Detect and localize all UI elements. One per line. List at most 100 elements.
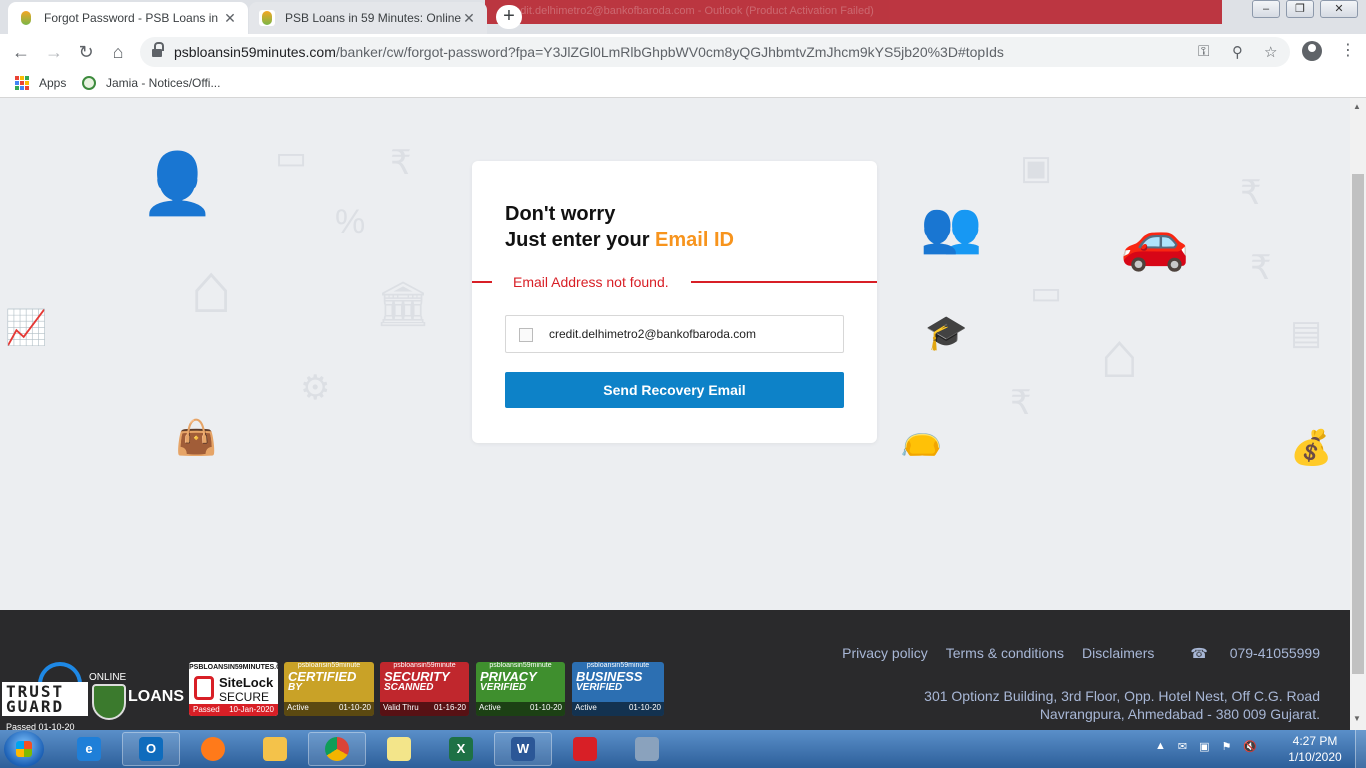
chrome-icon — [325, 737, 349, 761]
winged-coin-icon: ⚙ — [300, 369, 331, 407]
bookmark-apps[interactable]: Apps — [15, 76, 66, 90]
terms-link[interactable]: Terms & conditions — [946, 645, 1064, 662]
maximize-icon[interactable]: ❐ — [1286, 0, 1314, 18]
address-line-1: 301 Optionz Building, 3rd Floor, Opp. Ho… — [924, 688, 1320, 704]
jamia-logo-icon — [82, 76, 96, 90]
badge-date: 01-10-20 — [628, 703, 661, 712]
profile-avatar-icon[interactable] — [1302, 41, 1322, 61]
page-scrollbar[interactable]: ▲ ▼ — [1350, 98, 1366, 730]
taskbar-chrome[interactable] — [308, 732, 366, 766]
tab-psb-loans[interactable]: PSB Loans in 59 Minutes: Online ✕ — [249, 2, 487, 34]
taskbar-outlook[interactable]: O — [122, 732, 180, 766]
taskbar-internet-explorer[interactable]: e — [60, 732, 118, 766]
taskbar-sticky-notes[interactable] — [370, 732, 428, 766]
sitelock-status-bar: Passed 10-Jan-2020 — [189, 704, 278, 716]
bookmark-jamia[interactable]: Jamia - Notices/Offi... — [82, 76, 220, 90]
graduation-cap-icon: 🎓 — [925, 314, 968, 352]
url-path: /banker/cw/forgot-password?fpa=Y3JlZGl0L… — [335, 44, 1004, 60]
taskbar-calculator[interactable] — [618, 732, 676, 766]
reload-icon[interactable]: ↻ — [75, 41, 97, 63]
bookmark-label: Jamia - Notices/Offi... — [106, 76, 221, 90]
sitelock-badge[interactable]: PSBLOANSIN59MINUTES.COM SiteLock SECURE … — [189, 662, 278, 716]
key-icon[interactable]: ⚿ — [1198, 43, 1209, 60]
tray-outlook-icon[interactable]: ✉ — [1178, 740, 1187, 753]
excel-icon: X — [449, 737, 473, 761]
page-background: 👤 ▭ ₹ % ⌂ 🏛 📈 ⚙ 👜 ▣ ₹ 👥 🚗 ₹ ▭ 🎓 ⌂ ▤ ₹ 👝 … — [0, 98, 1350, 610]
acrobat-icon — [573, 737, 597, 761]
certified-badge[interactable]: psbloansin59minute CERTIFIED BY Active 01… — [284, 662, 374, 716]
seal-guard-word: GUARD — [6, 697, 65, 716]
tray-expand-icon[interactable]: ▲ — [1155, 740, 1166, 753]
error-divider-right — [691, 281, 877, 283]
seal-arc — [38, 662, 82, 684]
tab-forgot-password[interactable]: Forgot Password - PSB Loans in 5 ✕ — [8, 2, 248, 34]
minimize-icon[interactable]: – — [1252, 0, 1280, 18]
tray-volume-icon[interactable]: 🔇 — [1243, 740, 1257, 753]
privacy-verified-badge[interactable]: psbloansin59minute PRIVACY VERIFIED Acti… — [476, 662, 565, 716]
scrollbar-thumb[interactable] — [1352, 174, 1364, 674]
chart-icon: 📈 — [5, 309, 48, 347]
business-verified-badge[interactable]: psbloansin59minute BUSINESS VERIFIED Act… — [572, 662, 664, 716]
rupee-coin-icon: ₹ — [390, 144, 412, 182]
security-scanned-badge[interactable]: psbloansin59minute SECURITY SCANNED Vali… — [380, 662, 469, 716]
show-desktop-button[interactable] — [1355, 730, 1366, 768]
rupee-coin-icon: ₹ — [1010, 384, 1032, 422]
start-button-icon[interactable] — [4, 731, 44, 767]
heading-line-2: Just enter your — [505, 229, 656, 251]
badge-status-bar: Active 01-10-20 — [572, 702, 664, 716]
taskbar-clock[interactable]: 4:27 PM 1/10/2020 — [1280, 733, 1350, 765]
house-icon: ⌂ — [1100, 319, 1139, 391]
word-icon: W — [511, 737, 535, 761]
calculator-icon — [635, 737, 659, 761]
scroll-down-icon[interactable]: ▼ — [1353, 714, 1361, 723]
card-heading: Don't worry Just enter your Email ID — [505, 201, 734, 253]
forward-arrow-icon[interactable]: → — [43, 41, 65, 63]
more-menu-icon[interactable]: ⋮ — [1340, 40, 1356, 60]
address-bar[interactable]: psbloansin59minutes.com/banker/cw/forgot… — [140, 37, 1290, 67]
privacy-policy-link[interactable]: Privacy policy — [842, 645, 928, 662]
rupee-icon: ₹ — [1240, 174, 1262, 212]
trustguard-seal[interactable]: ONLINE TRUST GUARD LOANS Passed 01-10-20 — [0, 660, 184, 730]
apps-grid-icon — [15, 76, 29, 90]
taskbar-acrobat[interactable] — [556, 732, 614, 766]
tray-network-icon[interactable]: ▣ — [1199, 740, 1209, 753]
email-field[interactable]: credit.delhimetro2@bankofbaroda.com — [505, 315, 844, 353]
tab-title: PSB Loans in 59 Minutes: Online — [285, 11, 461, 25]
lock-icon[interactable] — [152, 42, 164, 58]
close-tab-icon[interactable]: ✕ — [222, 10, 238, 27]
sitelock-date: 10-Jan-2020 — [229, 705, 274, 714]
phone-icon: ☎ — [1190, 645, 1212, 661]
badge-status-bar: Active 01-10-20 — [476, 702, 565, 716]
seal-passed-text: Passed 01-10-20 — [6, 722, 75, 730]
home-icon[interactable]: ⌂ — [107, 41, 129, 63]
psb-favicon-icon — [259, 10, 275, 26]
taskbar-firefox[interactable] — [184, 732, 242, 766]
clock-date: 1/10/2020 — [1288, 750, 1342, 764]
taskbar-excel[interactable]: X — [432, 732, 490, 766]
taskbar-word[interactable]: W — [494, 732, 552, 766]
broken-image-icon — [519, 328, 533, 342]
new-tab-button[interactable]: + — [496, 5, 522, 29]
badge-date: 01-10-20 — [529, 703, 562, 712]
browser-toolbar: ← → ↻ ⌂ psbloansin59minutes.com/banker/c… — [0, 34, 1366, 70]
error-message: Email Address not found. — [513, 274, 669, 290]
send-recovery-email-button[interactable]: Send Recovery Email — [505, 372, 844, 408]
background-window-title: credit.delhimetro2@bankofbaroda.com - Ou… — [505, 5, 874, 17]
url-text[interactable]: psbloansin59minutes.com/banker/cw/forgot… — [174, 44, 1004, 60]
heading-accent: Email ID — [655, 229, 734, 251]
email-value[interactable]: credit.delhimetro2@bankofbaroda.com — [549, 327, 756, 341]
address-line-2: Navrangpura, Ahmedabad - 380 009 Gujarat… — [1039, 706, 1320, 722]
close-tab-icon[interactable]: ✕ — [461, 10, 477, 27]
zoom-icon[interactable]: ⚲ — [1232, 43, 1243, 61]
badge-status-bar: Valid Thru 01-16-20 — [380, 702, 469, 716]
scroll-up-icon[interactable]: ▲ — [1353, 102, 1361, 111]
clock-time: 4:27 PM — [1292, 734, 1338, 748]
windows-taskbar: e O X W ▲ ✉ ▣ ⚑ 🔇 4:27 PM 1/10/2020 — [0, 730, 1366, 768]
tray-action-center-icon[interactable]: ⚑ — [1222, 740, 1232, 753]
phone-link[interactable]: ☎ 079-41055999 — [1172, 645, 1320, 662]
close-window-icon[interactable]: ✕ — [1320, 0, 1358, 18]
taskbar-file-explorer[interactable] — [246, 732, 304, 766]
disclaimers-link[interactable]: Disclaimers — [1082, 645, 1154, 662]
back-arrow-icon[interactable]: ← — [10, 41, 32, 63]
bookmark-star-icon[interactable]: ☆ — [1264, 43, 1277, 61]
